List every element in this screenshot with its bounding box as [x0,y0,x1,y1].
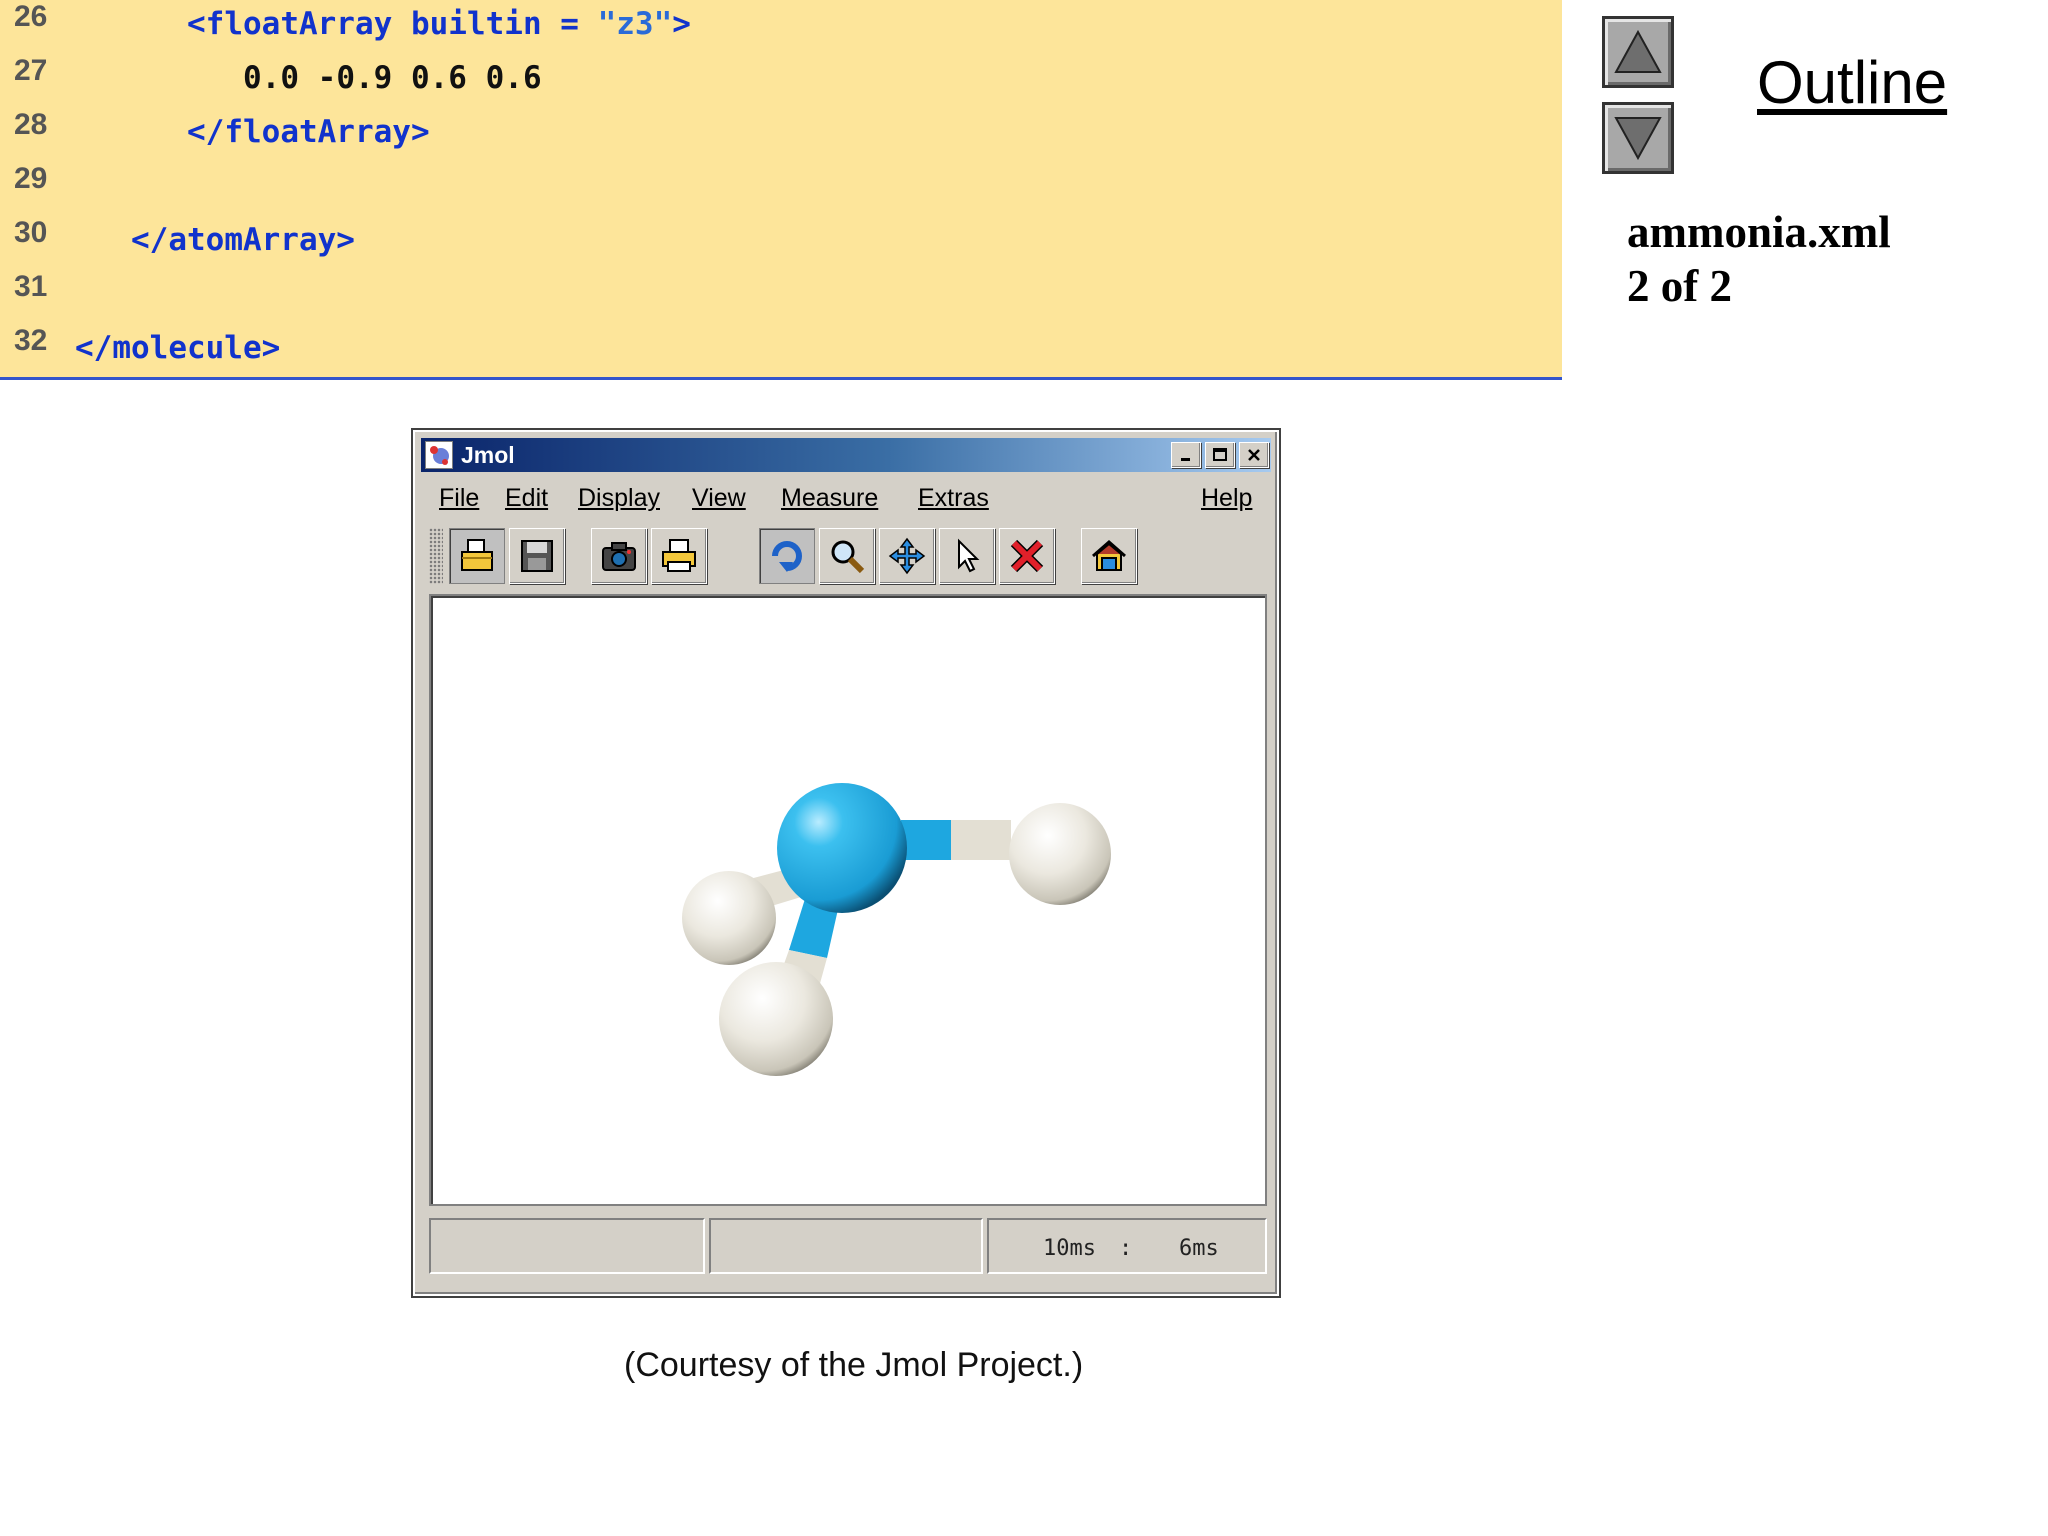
code-line: 27 0.0 -0.9 0.6 0.6 [0,54,1562,96]
code-line: 29 [0,162,1562,202]
rotate-button[interactable] [759,528,815,584]
camera-button[interactable] [591,528,647,584]
menu-edit[interactable]: Edit [505,484,548,513]
timing-right: 6ms [1179,1236,1219,1261]
home-icon [1092,540,1126,571]
close-button[interactable] [1239,442,1269,468]
ammonia-molecule-model [682,783,1111,1076]
line-number: 29 [14,162,48,195]
previous-slide-button[interactable] [1602,16,1674,88]
home-button[interactable] [1081,528,1137,584]
next-slide-button[interactable] [1602,102,1674,174]
minimize-button[interactable] [1171,442,1201,468]
nitrogen-atom [777,783,907,913]
save-button[interactable] [509,528,565,584]
menu-file[interactable]: File [439,484,479,513]
hydrogen-atom-lower [719,962,833,1076]
code-listing: 26 <floatArray builtin = "z3"> 27 0.0 -0… [0,0,1562,380]
print-button[interactable] [651,528,707,584]
triangle-up-icon [1614,29,1662,73]
menu-view[interactable]: View [692,484,746,513]
timing-left: 10ms [1043,1236,1096,1261]
line-number: 27 [14,54,48,87]
hydrogen-atom-left [682,871,776,965]
rotate-icon [772,541,802,572]
hydrogen-atom-right [1009,803,1111,905]
outline-link[interactable]: Outline [1757,48,1947,117]
menu-help[interactable]: Help [1201,484,1252,513]
bond-n-h-right-nitrogen-half [901,820,951,860]
status-cell-1 [429,1218,705,1274]
title-bar[interactable]: Jmol [421,438,1271,472]
menu-measure[interactable]: Measure [781,484,878,513]
pointer-button[interactable] [939,528,995,584]
open-file-icon [461,539,493,571]
code-line: 32 </molecule> [0,324,1562,366]
move-icon [888,537,926,575]
jmol-app-icon[interactable] [425,441,453,469]
line-number: 26 [14,0,48,33]
jmol-window: Jmol File Edit Display View Measure Extr… [413,430,1279,1296]
code-text: 0.0 -0.9 0.6 0.6 [243,60,542,96]
print-icon [662,539,696,572]
maximize-button[interactable] [1205,442,1235,468]
menu-bar: File Edit Display View Measure Extras He… [421,478,1271,518]
save-icon [521,540,553,572]
code-text: <floatArray builtin = "z3"> [187,6,691,42]
close-icon [1248,449,1260,461]
zoom-icon [831,540,865,574]
file-name: ammonia.xml [1627,207,1891,257]
toolbar [425,524,1267,586]
code-line: 28 </floatArray> [0,108,1562,150]
delete-button[interactable] [999,528,1055,584]
menu-extras[interactable]: Extras [918,484,989,513]
code-line: 30 </atomArray> [0,216,1562,258]
code-line: 31 [0,270,1562,310]
zoom-button[interactable] [819,528,875,584]
pointer-icon [958,538,980,573]
timing-separator: : [1119,1236,1133,1261]
code-text: </molecule> [75,330,281,366]
delete-icon [1010,539,1044,573]
bond-n-h-right-hydrogen-half [951,820,1011,860]
camera-icon [602,542,636,571]
maximize-icon [1213,448,1227,461]
triangle-down-icon [1614,117,1662,161]
line-number: 30 [14,216,48,249]
line-number: 28 [14,108,48,141]
code-line: 26 <floatArray builtin = "z3"> [0,0,1562,42]
line-number: 32 [14,324,48,357]
window-title: Jmol [461,442,515,468]
page-count: 2 of 2 [1627,261,1732,311]
code-text: </floatArray> [187,114,430,150]
molecule-viewer[interactable] [429,594,1267,1206]
open-file-button[interactable] [449,528,505,584]
toolbar-grip[interactable] [429,528,443,584]
status-cell-timing: 10ms : 6ms [987,1218,1267,1274]
status-bar: 10ms : 6ms [429,1214,1267,1276]
move-button[interactable] [879,528,935,584]
line-number: 31 [14,270,48,303]
status-cell-2 [709,1218,983,1274]
image-caption: (Courtesy of the Jmol Project.) [624,1346,1084,1384]
minimize-icon [1181,458,1190,461]
menu-display[interactable]: Display [578,484,660,513]
code-text: </atomArray> [131,222,355,258]
